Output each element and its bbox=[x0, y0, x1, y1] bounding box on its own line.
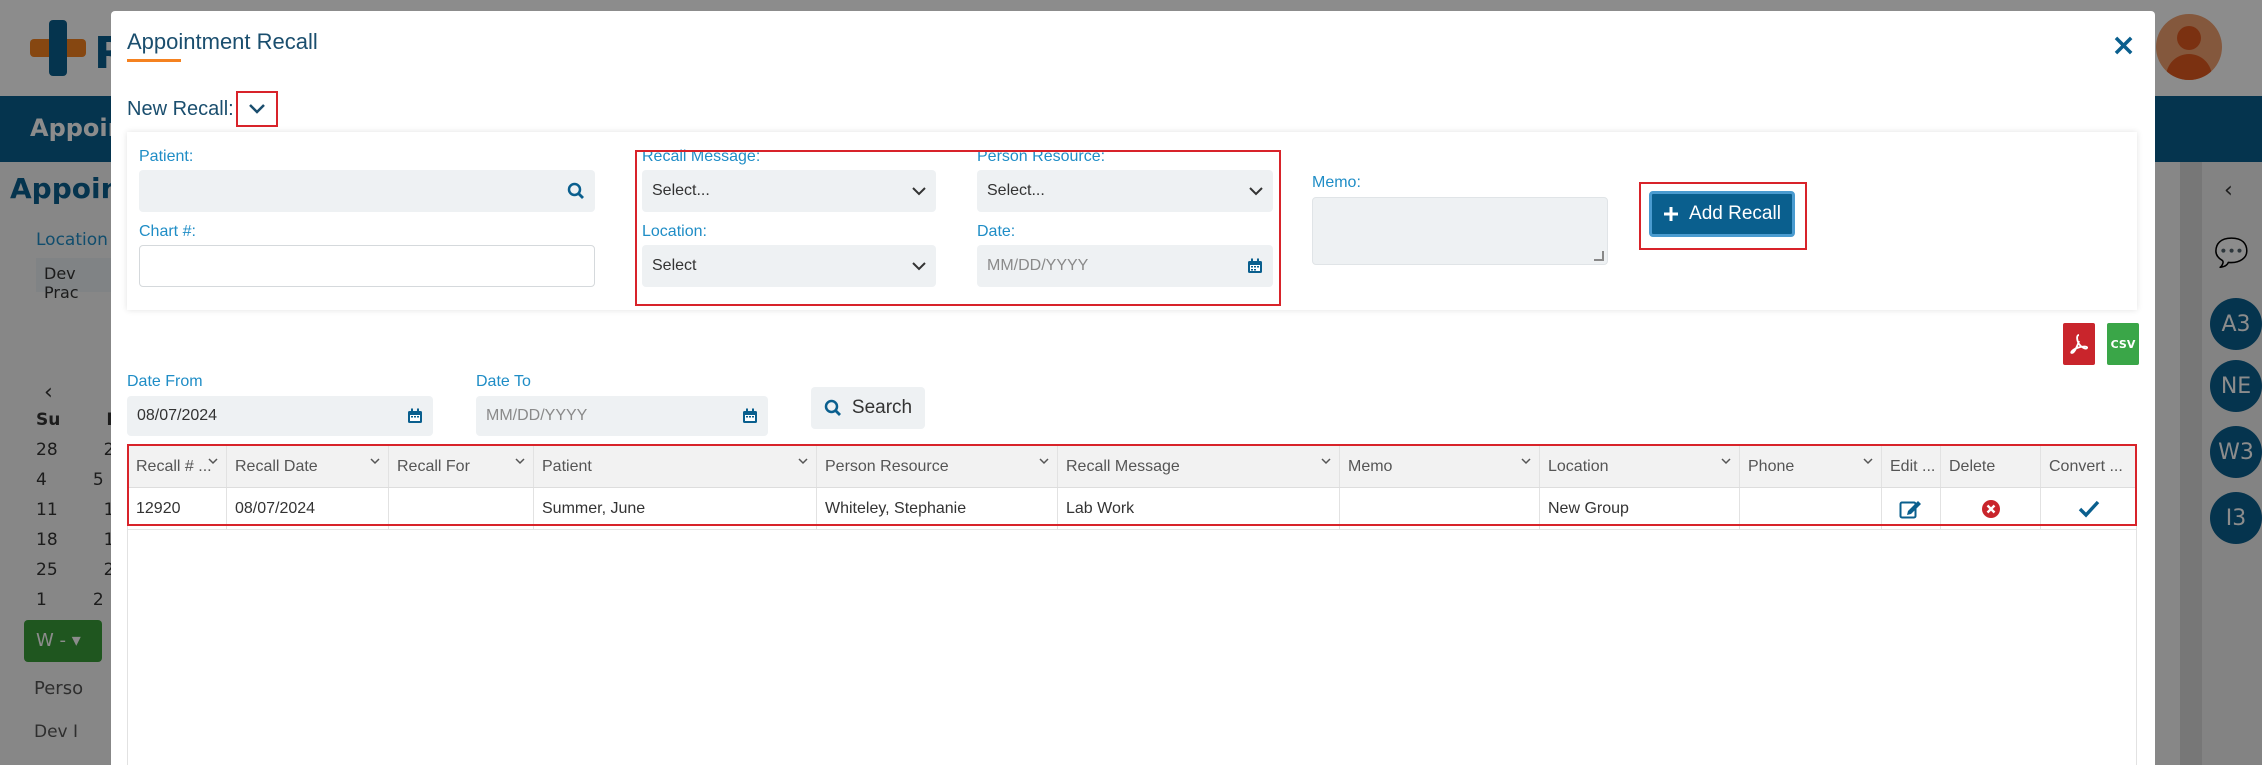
date-to-input[interactable]: MM/DD/YYYY bbox=[476, 396, 768, 436]
cell-recall-no: 12920 bbox=[128, 488, 227, 529]
cell-recall-date: 08/07/2024 bbox=[227, 488, 389, 529]
patient-label: Patient: bbox=[139, 148, 194, 165]
csv-label: CSV bbox=[2110, 337, 2136, 351]
checkmark-icon[interactable] bbox=[2078, 500, 2100, 518]
edit-icon[interactable] bbox=[1899, 498, 1923, 520]
chevron-down-icon[interactable] bbox=[370, 458, 380, 465]
column-label: Phone bbox=[1748, 457, 1795, 475]
delete-icon[interactable] bbox=[1981, 499, 2001, 519]
column-header-convert[interactable]: Convert ... bbox=[2041, 446, 2136, 487]
date-from-value: 08/07/2024 bbox=[137, 407, 218, 424]
date-to-label: Date To bbox=[476, 373, 531, 390]
close-icon[interactable]: × bbox=[2111, 31, 2136, 61]
chevron-down-icon[interactable] bbox=[798, 458, 808, 465]
date-to-placeholder: MM/DD/YYYY bbox=[486, 407, 588, 424]
search-button-label: Search bbox=[851, 397, 913, 418]
chevron-down-icon[interactable] bbox=[1521, 458, 1531, 465]
export-pdf-icon[interactable] bbox=[2063, 323, 2095, 365]
memo-label: Memo: bbox=[1312, 174, 1361, 191]
chart-label: Chart #: bbox=[139, 223, 196, 240]
add-recall-label: Add Recall bbox=[1689, 203, 1781, 224]
chevron-down-icon[interactable] bbox=[208, 458, 218, 465]
cell-phone bbox=[1740, 488, 1882, 529]
column-header-location[interactable]: Location bbox=[1540, 446, 1740, 487]
chevron-down-icon[interactable] bbox=[1721, 458, 1731, 465]
new-recall-label: New Recall: bbox=[127, 98, 234, 120]
column-header-memo[interactable]: Memo bbox=[1340, 446, 1540, 487]
table-row[interactable]: 12920 08/07/2024 Summer, June Whiteley, … bbox=[128, 488, 2136, 530]
column-header-recall-date[interactable]: Recall Date bbox=[227, 446, 389, 487]
cell-location: New Group bbox=[1540, 488, 1740, 529]
calendar-icon[interactable] bbox=[407, 408, 423, 424]
memo-textarea[interactable] bbox=[1312, 197, 1608, 265]
appointment-recall-modal: Appointment Recall × New Recall: Patient… bbox=[111, 11, 2155, 765]
plus-icon bbox=[1664, 207, 1679, 221]
column-label: Patient bbox=[542, 457, 592, 475]
patient-search-input[interactable] bbox=[139, 170, 595, 212]
cell-convert bbox=[2041, 488, 2136, 529]
column-header-recall-for[interactable]: Recall For bbox=[389, 446, 534, 487]
chevron-down-icon[interactable] bbox=[1321, 458, 1331, 465]
column-label: Recall For bbox=[397, 457, 470, 475]
cell-recall-message: Lab Work bbox=[1058, 488, 1340, 529]
chevron-down-icon[interactable] bbox=[1863, 458, 1873, 465]
column-label: Edit ... bbox=[1890, 457, 1936, 475]
chart-number-input[interactable] bbox=[139, 245, 595, 287]
column-label: Recall Message bbox=[1066, 457, 1180, 475]
column-label: Convert ... bbox=[2049, 457, 2123, 475]
cell-recall-for bbox=[389, 488, 534, 529]
search-icon[interactable] bbox=[567, 182, 585, 200]
pdf-acrobat-icon bbox=[2070, 334, 2088, 354]
search-icon bbox=[824, 399, 841, 416]
column-header-person-resource[interactable]: Person Resource bbox=[817, 446, 1058, 487]
cell-person-resource: Whiteley, Stephanie bbox=[817, 488, 1058, 529]
grid-header: Recall # ... Recall Date Recall For Pati… bbox=[128, 446, 2136, 488]
column-header-edit[interactable]: Edit ... bbox=[1882, 446, 1941, 487]
column-label: Memo bbox=[1348, 457, 1393, 475]
new-recall-toggle[interactable] bbox=[236, 91, 278, 127]
cell-edit bbox=[1882, 488, 1941, 529]
column-header-recall-no[interactable]: Recall # ... bbox=[128, 446, 227, 487]
recall-grid: Recall # ... Recall Date Recall For Pati… bbox=[127, 445, 2137, 765]
column-header-patient[interactable]: Patient bbox=[534, 446, 817, 487]
cell-memo bbox=[1340, 488, 1540, 529]
recall-fields-highlight bbox=[635, 150, 1281, 306]
chevron-down-icon bbox=[249, 104, 265, 114]
cell-delete bbox=[1941, 488, 2041, 529]
search-button[interactable]: Search bbox=[811, 387, 925, 429]
chevron-down-icon[interactable] bbox=[1039, 458, 1049, 465]
title-underline bbox=[127, 59, 181, 62]
column-header-phone[interactable]: Phone bbox=[1740, 446, 1882, 487]
cell-patient: Summer, June bbox=[534, 488, 817, 529]
export-csv-icon[interactable]: CSV bbox=[2107, 323, 2139, 365]
date-from-label: Date From bbox=[127, 373, 203, 390]
calendar-icon[interactable] bbox=[742, 408, 758, 424]
column-label: Recall # ... bbox=[136, 457, 212, 475]
resize-grip-icon[interactable] bbox=[1594, 251, 1604, 261]
date-from-input[interactable]: 08/07/2024 bbox=[127, 396, 433, 436]
modal-title: Appointment Recall bbox=[127, 29, 318, 54]
column-label: Recall Date bbox=[235, 457, 318, 475]
column-header-delete[interactable]: Delete bbox=[1941, 446, 2041, 487]
column-label: Location bbox=[1548, 457, 1609, 475]
chevron-down-icon[interactable] bbox=[515, 458, 525, 465]
column-header-recall-message[interactable]: Recall Message bbox=[1058, 446, 1340, 487]
column-label: Person Resource bbox=[825, 457, 949, 475]
column-label: Delete bbox=[1949, 457, 1996, 475]
add-recall-button[interactable]: Add Recall bbox=[1649, 191, 1795, 237]
new-recall-form: Patient: Chart #: Recall Message: Select… bbox=[127, 132, 2137, 310]
